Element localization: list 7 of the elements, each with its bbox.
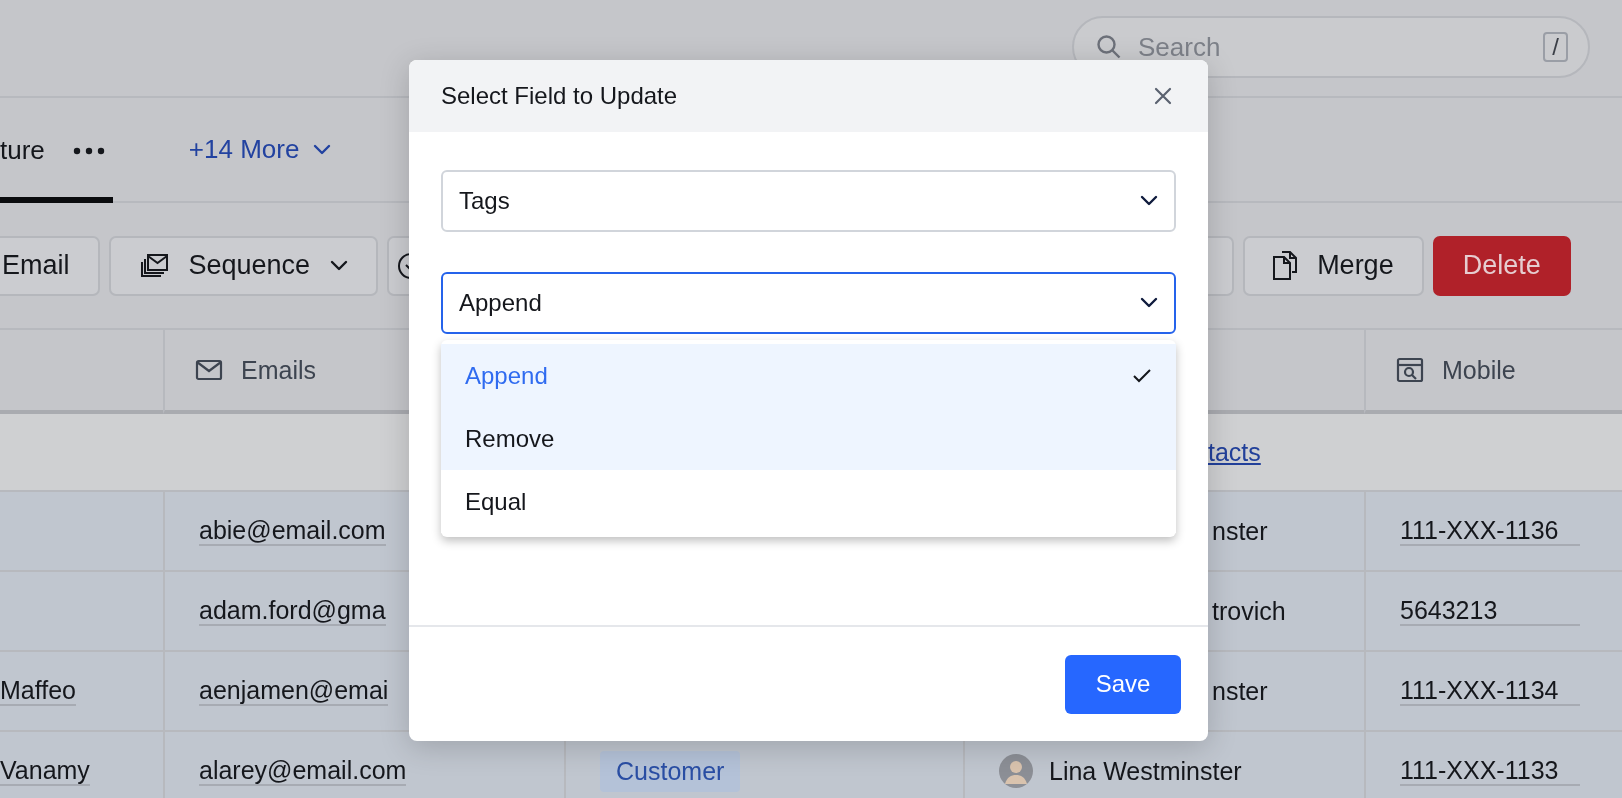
owner-name: trovich [1212,596,1286,626]
owner-name: Lina Westminster [1049,756,1242,786]
owner-name: nster [1212,676,1268,706]
shortcut-key: / [1543,32,1568,62]
dialog-title: Select Field to Update [441,82,678,110]
tag: Customer [600,750,741,792]
owner-name: nster [1212,516,1268,546]
